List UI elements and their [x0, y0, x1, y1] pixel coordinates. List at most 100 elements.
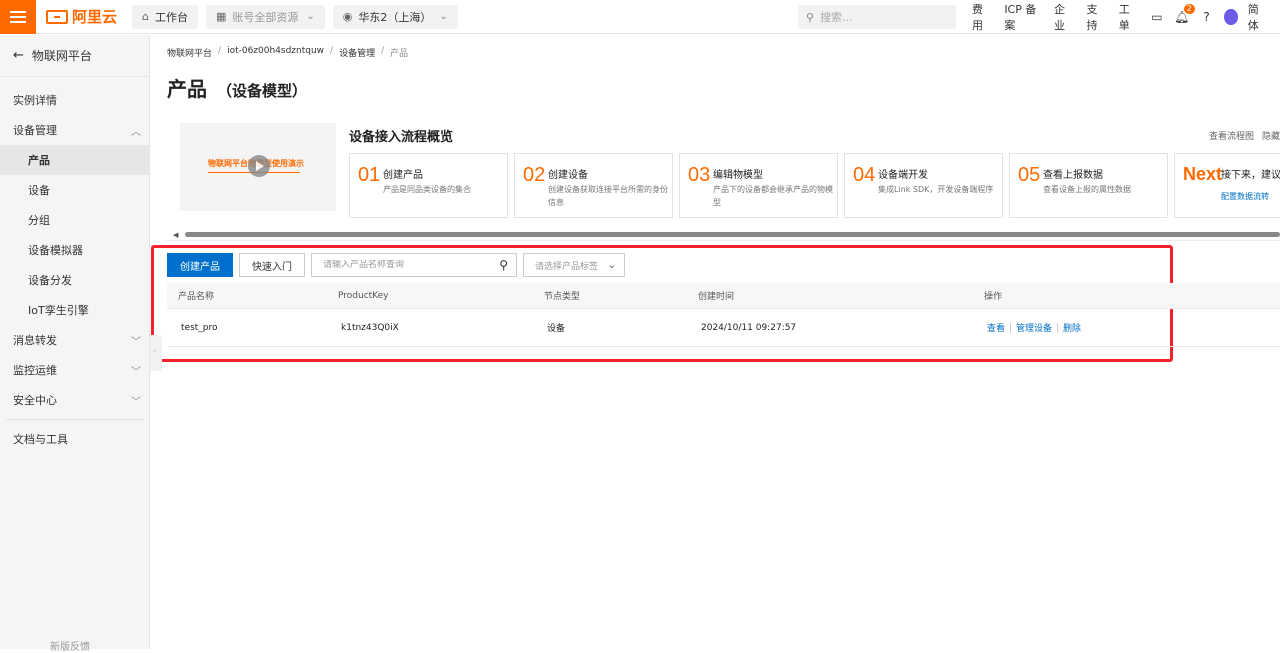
- terminal-icon[interactable]: ▭: [1151, 10, 1163, 24]
- breadcrumb-item[interactable]: 设备管理: [339, 46, 375, 59]
- page-subtitle: （设备模型）: [217, 82, 308, 100]
- scroll-left-icon[interactable]: ◀: [173, 231, 178, 239]
- step-desc: 创建设备获取连接平台所需的身份信息: [548, 185, 668, 207]
- horizontal-scrollbar[interactable]: ◀: [173, 231, 1280, 239]
- scrollbar-thumb[interactable]: [185, 232, 1280, 237]
- view-flowchart-link[interactable]: 查看流程图: [1209, 129, 1254, 142]
- action-divider: [1010, 322, 1012, 333]
- help-icon[interactable]: ?: [1201, 10, 1213, 24]
- aliyun-logo[interactable]: 阿里云: [46, 6, 126, 27]
- search-icon: ⚲: [806, 10, 815, 24]
- sidebar-item-groups[interactable]: 分组: [0, 205, 149, 235]
- sidebar-item-label: 设备模拟器: [28, 244, 83, 257]
- sidebar-item-label: 产品: [28, 154, 50, 167]
- step-title: 接下来，建议: [1221, 170, 1280, 181]
- breadcrumb-current: 产品: [390, 49, 409, 59]
- sidebar-item-docs-tools[interactable]: 文档与工具: [0, 424, 149, 454]
- nav-link-enterprise[interactable]: 企业: [1054, 1, 1072, 33]
- sidebar-item-label: 文档与工具: [13, 433, 68, 446]
- sidebar-item-monitoring[interactable]: 监控运维 ﹀: [0, 355, 149, 385]
- delete-link[interactable]: 删除: [1063, 321, 1081, 334]
- account-scope-select[interactable]: ▦ 账号全部资源 ⌄: [205, 4, 325, 29]
- breadcrumb-item[interactable]: 物联网平台: [167, 46, 212, 59]
- page-title: 产品 （设备模型）: [167, 73, 307, 102]
- flow-step-next: Next 接下来，建议 配置数据流转: [1174, 153, 1280, 218]
- product-tag-select[interactable]: 请选择产品标签 ⌄: [523, 253, 625, 277]
- sidebar-back-link[interactable]: ← 物联网平台: [0, 35, 149, 77]
- flow-step-create-device[interactable]: 02 创建设备 创建设备获取连接平台所需的身份信息: [514, 153, 673, 218]
- feedback-label: 新版反馈: [50, 642, 90, 653]
- breadcrumb-item[interactable]: iot-06z00h4sdzntquw: [227, 46, 324, 59]
- step-desc: 产品是同品类设备的集合: [383, 185, 471, 194]
- table-row: test_pro k1tnz43Q0iX 设备 2024/10/11 09:27…: [167, 309, 1280, 347]
- sidebar-item-devices[interactable]: 设备: [0, 175, 149, 205]
- sidebar-item-products[interactable]: 产品: [0, 145, 149, 175]
- product-search-input[interactable]: [323, 260, 493, 270]
- sidebar: ← 物联网平台 实例详情 设备管理 ︿ 产品 设备 分组 设备模拟器 设备分发 I…: [0, 35, 150, 653]
- region-select[interactable]: ◉ 华东2（上海） ⌄: [332, 4, 458, 29]
- demo-video-thumbnail[interactable]: 物联网平台物模型使用演示: [180, 123, 336, 211]
- manage-devices-link[interactable]: 管理设备: [1016, 321, 1052, 334]
- step-title: 设备端开发: [878, 170, 928, 181]
- step-desc: 查看设备上报的属性数据: [1043, 185, 1131, 194]
- global-search-placeholder: 搜索...: [820, 11, 853, 24]
- nav-link-ticket[interactable]: 工单: [1119, 1, 1137, 33]
- sidebar-item-instance-details[interactable]: 实例详情: [0, 85, 149, 115]
- sidebar-item-message-forwarding[interactable]: 消息转发 ﹀: [0, 325, 149, 355]
- table-header: 产品名称 ProductKey 节点类型 创建时间 操作: [167, 283, 1280, 309]
- sidebar-item-iot-twin[interactable]: IoT孪生引擎: [0, 295, 149, 325]
- column-header-created: 创建时间: [698, 292, 735, 302]
- cell-actions: 查看 管理设备 删除: [973, 321, 1173, 334]
- step-number: Next: [1183, 164, 1223, 184]
- flow-step-device-dev[interactable]: 04 设备端开发 集成Link SDK，开发设备端程序: [844, 153, 1003, 218]
- sidebar-item-device-simulator[interactable]: 设备模拟器: [0, 235, 149, 265]
- sidebar-item-label: 消息转发: [13, 334, 57, 347]
- action-divider: [1057, 322, 1059, 333]
- product-toolbar: 创建产品 快速入门 ⚲ 请选择产品标签 ⌄: [167, 253, 625, 277]
- breadcrumb: 物联网平台 / iot-06z00h4sdzntquw / 设备管理 / 产品: [167, 46, 409, 59]
- play-icon[interactable]: [248, 155, 270, 177]
- column-header-name: 产品名称: [178, 292, 215, 302]
- flow-step-create-product[interactable]: 01 创建产品 产品是同品类设备的集合: [349, 153, 508, 218]
- chevron-down-icon: ﹀: [131, 336, 141, 348]
- hamburger-icon: [10, 10, 26, 23]
- step-title: 创建设备: [548, 170, 588, 181]
- sidebar-item-label: 设备: [28, 184, 50, 197]
- sidebar-item-label: IoT孪生引擎: [28, 304, 89, 317]
- sidebar-divider: [6, 419, 143, 420]
- sidebar-back-label: 物联网平台: [31, 49, 92, 63]
- sidebar-item-security-center[interactable]: 安全中心 ﹀: [0, 385, 149, 415]
- access-flow-overview: 物联网平台物模型使用演示 设备接入流程概览 查看流程图 隐藏 01 创建产品 产…: [166, 109, 1280, 241]
- step-title: 查看上报数据: [1043, 170, 1103, 181]
- quickstart-button[interactable]: 快速入门: [239, 253, 305, 277]
- bell-icon[interactable]: 🔔︎ 2: [1174, 4, 1195, 24]
- menu-button[interactable]: [0, 0, 36, 34]
- chevron-down-icon: ⌄: [607, 259, 616, 271]
- feedback-link[interactable]: 新版反馈: [50, 638, 90, 653]
- language-switch[interactable]: 简体: [1248, 1, 1266, 33]
- view-link[interactable]: 查看: [987, 321, 1005, 334]
- workbench-button[interactable]: ⌂ 工作台: [132, 4, 198, 29]
- hide-overview-link[interactable]: 隐藏: [1262, 129, 1280, 142]
- sidebar-collapse-toggle[interactable]: ‹: [150, 335, 162, 371]
- step-desc: 集成Link SDK，开发设备端程序: [878, 185, 994, 194]
- chevron-down-icon: ⌄: [306, 11, 315, 22]
- flow-step-view-data[interactable]: 05 查看上报数据 查看设备上报的属性数据: [1009, 153, 1168, 218]
- flow-step-edit-thing-model[interactable]: 03 编辑物模型 产品下的设备都会继承产品的物模型: [679, 153, 838, 218]
- nav-link-billing[interactable]: 费用: [972, 1, 990, 33]
- sidebar-item-label: 实例详情: [13, 94, 57, 107]
- avatar[interactable]: [1224, 9, 1238, 25]
- logo-text: 阿里云: [72, 8, 118, 26]
- global-search-input[interactable]: ⚲ 搜索...: [798, 5, 956, 29]
- step-number: 02: [523, 164, 546, 186]
- arrow-left-icon: ←: [13, 48, 24, 63]
- sidebar-item-device-management[interactable]: 设备管理 ︿: [0, 115, 149, 145]
- nav-link-support[interactable]: 支持: [1086, 1, 1104, 33]
- step-number: 01: [358, 164, 381, 186]
- create-product-button[interactable]: 创建产品: [167, 253, 233, 277]
- sidebar-item-device-distribution[interactable]: 设备分发: [0, 265, 149, 295]
- cell-created-time: 2024/10/11 09:27:57: [701, 322, 797, 333]
- search-icon[interactable]: ⚲: [499, 258, 508, 272]
- configure-data-flow-link[interactable]: 配置数据流转: [1221, 191, 1269, 202]
- nav-link-icp[interactable]: ICP 备案: [1004, 1, 1040, 33]
